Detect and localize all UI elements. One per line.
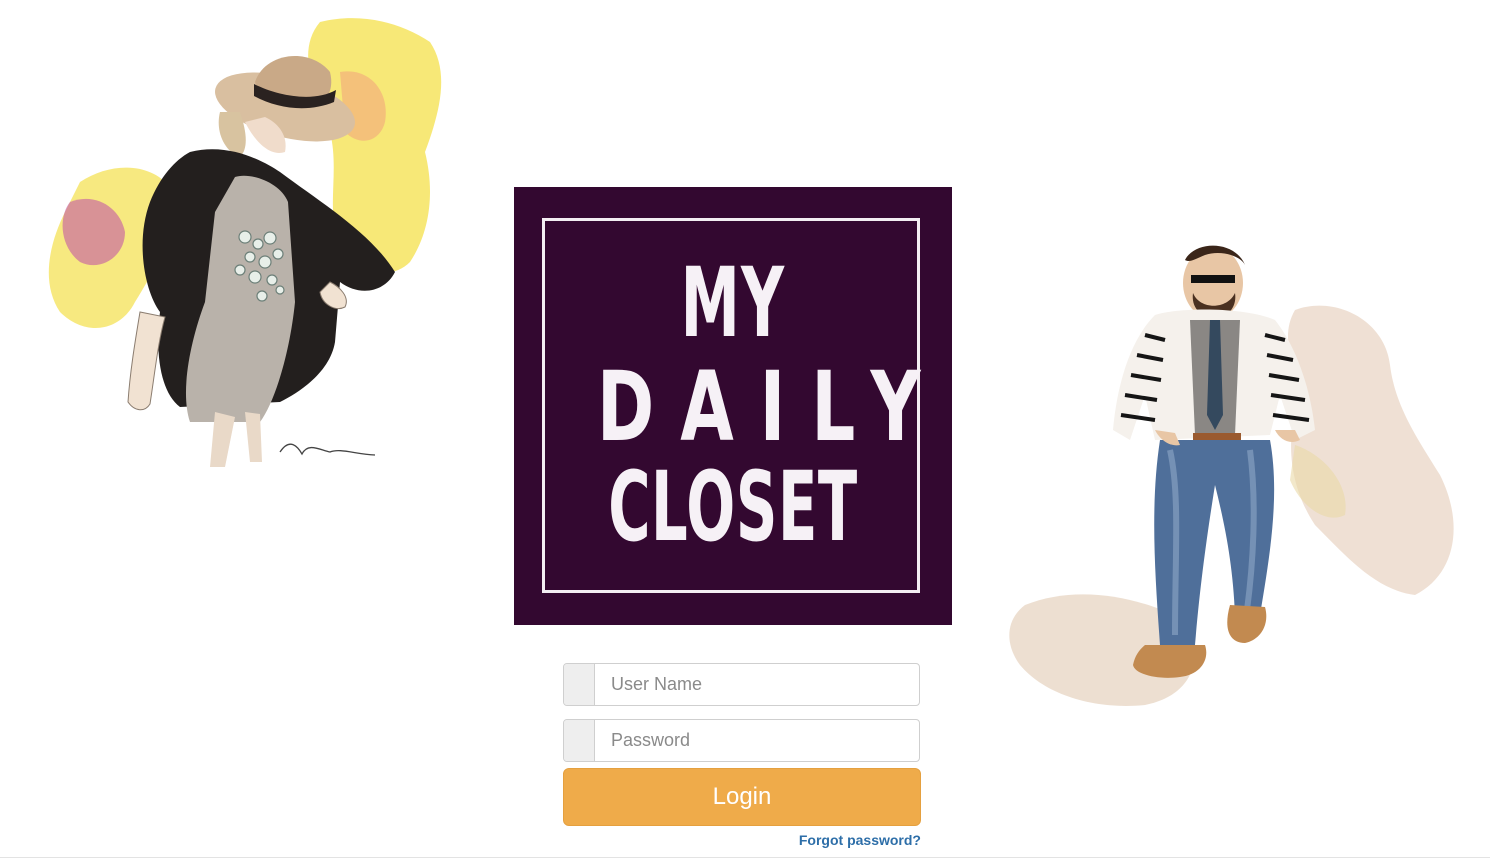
password-addon-icon <box>564 720 595 761</box>
footer-divider <box>0 857 1490 858</box>
username-field <box>563 663 920 706</box>
my-daily-closet-logo: MY DAILY CLOSET <box>514 187 952 625</box>
logo-text-line2: DAILY <box>596 351 947 463</box>
login-button[interactable]: Login <box>563 768 921 826</box>
login-page: MY DAILY CLOSET User Name Login Forgot p… <box>0 0 1490 859</box>
password-input[interactable] <box>595 720 919 761</box>
password-field <box>563 719 920 762</box>
forgot-password-link[interactable]: Forgot password? <box>700 832 921 848</box>
man-fashion-illustration <box>1009 245 1454 706</box>
username-addon-icon <box>564 664 595 705</box>
logo-text-line3: CLOSET <box>608 451 858 563</box>
logo-text-line1: MY <box>680 247 786 359</box>
woman-fashion-illustration <box>48 18 442 467</box>
username-input[interactable] <box>595 664 919 705</box>
